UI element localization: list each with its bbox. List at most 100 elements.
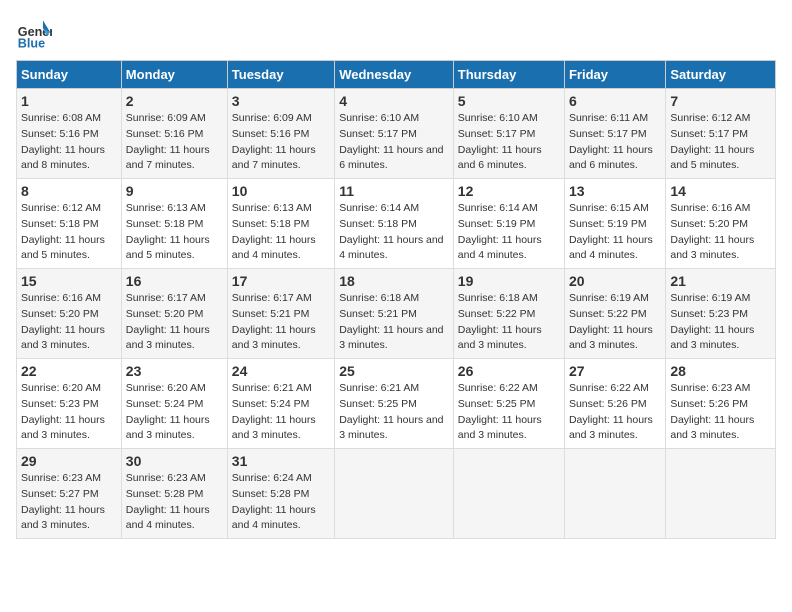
sunrise-text: Sunrise: 6:08 AM xyxy=(21,112,101,124)
sunrise-text: Sunrise: 6:12 AM xyxy=(21,202,101,214)
sunrise-text: Sunrise: 6:14 AM xyxy=(339,202,419,214)
daylight-text: Daylight: 11 hours and 3 minutes. xyxy=(670,234,754,262)
calendar-cell xyxy=(335,449,454,539)
calendar-cell: 11Sunrise: 6:14 AMSunset: 5:18 PMDayligh… xyxy=(335,179,454,269)
day-info: Sunrise: 6:22 AMSunset: 5:26 PMDaylight:… xyxy=(569,381,661,444)
daylight-text: Daylight: 11 hours and 3 minutes. xyxy=(670,414,754,442)
day-number: 10 xyxy=(232,183,330,199)
day-number: 13 xyxy=(569,183,661,199)
sunrise-text: Sunrise: 6:16 AM xyxy=(670,202,750,214)
sunset-text: Sunset: 5:24 PM xyxy=(232,398,310,410)
calendar-cell: 13 Sunrise: 6:15 AMSunset: 5:19 PMDayligh… xyxy=(564,179,665,269)
day-info: Sunrise: 6:18 AMSunset: 5:21 PMDaylight:… xyxy=(339,291,449,354)
day-number: 15 xyxy=(21,273,117,289)
daylight-text: Daylight: 11 hours and 3 minutes. xyxy=(21,324,105,352)
day-number: 7 xyxy=(670,93,771,109)
sunrise-text: Sunrise: 6:22 AM xyxy=(458,382,538,394)
calendar-cell: 28Sunrise: 6:23 AMSunset: 5:26 PMDayligh… xyxy=(666,359,776,449)
day-info: Sunrise: 6:13 AMSunset: 5:18 PMDaylight:… xyxy=(232,201,330,264)
sunset-text: Sunset: 5:19 PM xyxy=(458,218,536,230)
day-info: Sunrise: 6:24 AMSunset: 5:28 PMDaylight:… xyxy=(232,471,330,534)
daylight-text: Daylight: 11 hours and 3 minutes. xyxy=(126,414,210,442)
daylight-text: Daylight: 11 hours and 6 minutes. xyxy=(339,144,443,172)
calendar-cell: 8 Sunrise: 6:12 AM Sunset: 5:18 PM Daylight… xyxy=(17,179,122,269)
day-number: 8 xyxy=(21,183,117,199)
day-info: Sunrise: 6:20 AMSunset: 5:24 PMDaylight:… xyxy=(126,381,223,444)
sunset-text: Sunset: 5:17 PM xyxy=(458,128,536,140)
sunset-text: Sunset: 5:22 PM xyxy=(458,308,536,320)
sunset-text: Sunset: 5:19 PM xyxy=(569,218,647,230)
daylight-text: Daylight: 11 hours and 5 minutes. xyxy=(126,234,210,262)
sunrise-text: Sunrise: 6:20 AM xyxy=(126,382,206,394)
sunrise-text: Sunrise: 6:13 AM xyxy=(126,202,206,214)
sunrise-text: Sunrise: 6:19 AM xyxy=(569,292,649,304)
calendar-table: SundayMondayTuesdayWednesdayThursdayFrid… xyxy=(16,60,776,539)
day-info: Sunrise: 6:14 AMSunset: 5:19 PMDaylight:… xyxy=(458,201,560,264)
calendar-cell: 9Sunrise: 6:13 AMSunset: 5:18 PMDaylight… xyxy=(121,179,227,269)
day-info: Sunrise: 6:10 AMSunset: 5:17 PMDaylight:… xyxy=(339,111,449,174)
day-info: Sunrise: 6:17 AMSunset: 5:21 PMDaylight:… xyxy=(232,291,330,354)
calendar-cell: 23 Sunrise: 6:20 AMSunset: 5:24 PMDayligh… xyxy=(121,359,227,449)
sunrise-text: Sunrise: 6:22 AM xyxy=(569,382,649,394)
calendar-cell: 22Sunrise: 6:20 AMSunset: 5:23 PMDayligh… xyxy=(17,359,122,449)
daylight-text: Daylight: 11 hours and 7 minutes. xyxy=(232,144,316,172)
day-info: Sunrise: 6:16 AM Sunset: 5:20 PM Daylight:… xyxy=(670,201,771,264)
sunset-text: Sunset: 5:22 PM xyxy=(569,308,647,320)
daylight-text: Daylight: 11 hours and 5 minutes. xyxy=(21,234,105,262)
day-number: 23 xyxy=(126,363,223,379)
day-info: Sunrise: 6:08 AMSunset: 5:16 PMDaylight:… xyxy=(21,111,117,174)
calendar-cell: 24Sunrise: 6:21 AMSunset: 5:24 PMDayligh… xyxy=(227,359,334,449)
sunset-text: Sunset: 5:25 PM xyxy=(339,398,417,410)
sunset-text: Sunset: 5:27 PM xyxy=(21,488,99,500)
calendar-cell xyxy=(666,449,776,539)
day-info: Sunrise: 6:12 AMSunset: 5:17 PMDaylight:… xyxy=(670,111,771,174)
week-row: 15 Sunrise: 6:16 AM Sunset: 5:20 PM Dayligh… xyxy=(17,269,776,359)
day-number: 24 xyxy=(232,363,330,379)
sunset-text: Sunset: 5:18 PM xyxy=(21,218,99,230)
day-info: Sunrise: 6:13 AMSunset: 5:18 PMDaylight:… xyxy=(126,201,223,264)
calendar-cell: 12Sunrise: 6:14 AMSunset: 5:19 PMDayligh… xyxy=(453,179,564,269)
calendar-cell: 20Sunrise: 6:19 AMSunset: 5:22 PMDayligh… xyxy=(564,269,665,359)
col-header-thursday: Thursday xyxy=(453,61,564,89)
sunset-text: Sunset: 5:20 PM xyxy=(21,308,99,320)
sunset-text: Sunset: 5:25 PM xyxy=(458,398,536,410)
logo-icon: General Blue xyxy=(16,16,52,52)
calendar-cell xyxy=(564,449,665,539)
sunset-text: Sunset: 5:20 PM xyxy=(670,218,748,230)
day-info: Sunrise: 6:12 AM Sunset: 5:18 PM Daylight:… xyxy=(21,201,117,264)
sunrise-text: Sunrise: 6:18 AM xyxy=(458,292,538,304)
sunrise-text: Sunrise: 6:11 AM xyxy=(569,112,648,124)
calendar-cell: 31Sunrise: 6:24 AMSunset: 5:28 PMDayligh… xyxy=(227,449,334,539)
daylight-text: Daylight: 11 hours and 4 minutes. xyxy=(458,234,542,262)
day-number: 18 xyxy=(339,273,449,289)
calendar-cell: 2Sunrise: 6:09 AMSunset: 5:16 PMDaylight… xyxy=(121,89,227,179)
daylight-text: Daylight: 11 hours and 8 minutes. xyxy=(21,144,105,172)
daylight-text: Daylight: 11 hours and 4 minutes. xyxy=(569,234,653,262)
svg-text:Blue: Blue xyxy=(18,37,45,51)
week-row: 22Sunrise: 6:20 AMSunset: 5:23 PMDayligh… xyxy=(17,359,776,449)
sunrise-text: Sunrise: 6:17 AM xyxy=(232,292,312,304)
day-number: 21 xyxy=(670,273,771,289)
day-info: Sunrise: 6:23 AMSunset: 5:26 PMDaylight:… xyxy=(670,381,771,444)
sunset-text: Sunset: 5:18 PM xyxy=(339,218,417,230)
daylight-text: Daylight: 11 hours and 3 minutes. xyxy=(569,324,653,352)
day-info: Sunrise: 6:14 AMSunset: 5:18 PMDaylight:… xyxy=(339,201,449,264)
day-info: Sunrise: 6:19 AM Sunset: 5:22 PM Daylight:… xyxy=(569,291,661,354)
sunset-text: Sunset: 5:23 PM xyxy=(670,308,748,320)
sunrise-text: Sunrise: 6:09 AM xyxy=(126,112,206,124)
col-header-saturday: Saturday xyxy=(666,61,776,89)
col-header-tuesday: Tuesday xyxy=(227,61,334,89)
calendar-cell: 3Sunrise: 6:09 AMSunset: 5:16 PMDaylight… xyxy=(227,89,334,179)
daylight-text: Daylight: 11 hours and 4 minutes. xyxy=(126,504,210,532)
sunrise-text: Sunrise: 6:16 AM xyxy=(21,292,101,304)
day-number: 6 xyxy=(569,93,661,109)
day-number: 25 xyxy=(339,363,449,379)
daylight-text: Daylight: 11 hours and 3 minutes. xyxy=(21,504,105,532)
calendar-cell: 1Sunrise: 6:08 AMSunset: 5:16 PMDaylight… xyxy=(17,89,122,179)
calendar-cell: 27Sunrise: 6:22 AMSunset: 5:26 PMDayligh… xyxy=(564,359,665,449)
sunset-text: Sunset: 5:20 PM xyxy=(126,308,204,320)
day-info: Sunrise: 6:15 AMSunset: 5:19 PMDaylight:… xyxy=(569,201,661,264)
sunrise-text: Sunrise: 6:19 AM xyxy=(670,292,750,304)
sunset-text: Sunset: 5:28 PM xyxy=(232,488,310,500)
calendar-cell: 7 Sunrise: 6:12 AMSunset: 5:17 PMDaylight… xyxy=(666,89,776,179)
